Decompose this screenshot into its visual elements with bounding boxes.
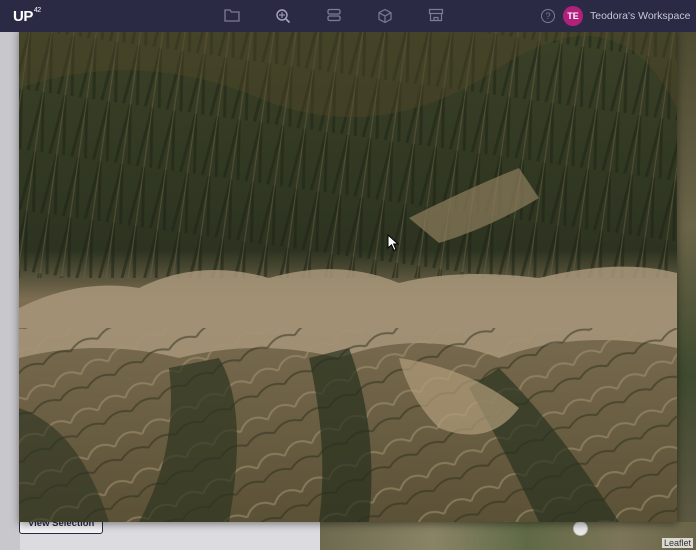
map-view[interactable] — [320, 522, 696, 550]
search-data-icon[interactable] — [275, 8, 293, 24]
logo-superscript: 42 — [33, 7, 41, 14]
sidebar-edge — [0, 32, 20, 550]
cube-icon[interactable] — [377, 8, 395, 24]
up42-logo[interactable]: UP42 — [13, 7, 41, 25]
folder-icon[interactable] — [224, 8, 242, 24]
avatar[interactable]: TE — [563, 6, 583, 26]
satellite-image-preview[interactable] — [19, 28, 677, 522]
nav-icon-group — [224, 8, 479, 24]
storage-icon[interactable] — [326, 8, 344, 24]
satellite-image — [19, 28, 677, 522]
workspace-selector[interactable]: Teodora's Workspace — [590, 10, 690, 22]
store-icon[interactable] — [428, 8, 446, 24]
app-root: View Selection Leaflet UP42 ? TE Teodora… — [0, 0, 696, 550]
logo-text: UP — [13, 8, 33, 25]
leaflet-attribution-link[interactable]: Leaflet — [662, 538, 694, 548]
help-icon[interactable]: ? — [541, 9, 555, 23]
top-navbar: UP42 ? TE Teodora's Workspace — [0, 0, 696, 32]
map-edge — [677, 32, 696, 522]
mouse-cursor-icon — [387, 233, 400, 257]
opacity-slider-handle[interactable] — [573, 521, 588, 536]
